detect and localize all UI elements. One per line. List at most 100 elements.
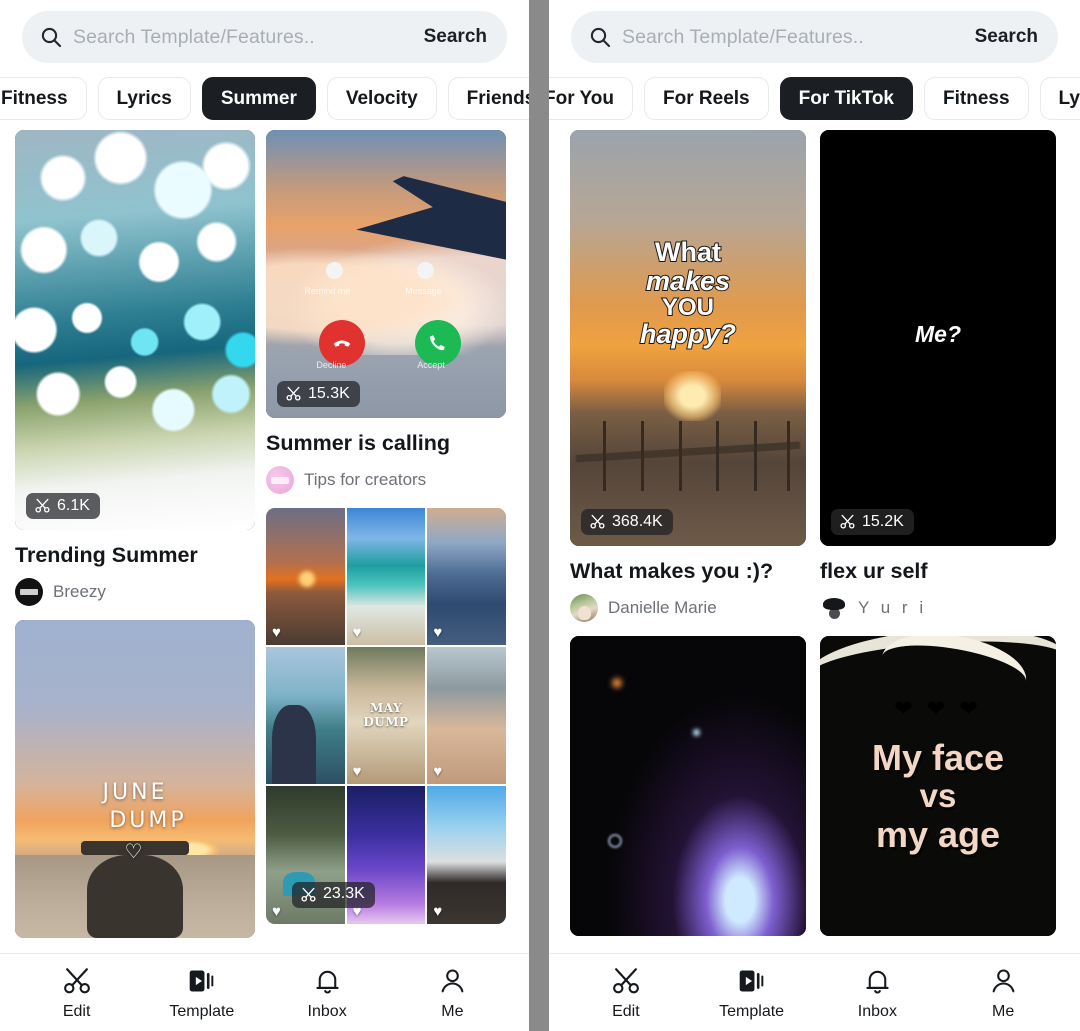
right-feed-column-2: Me? 15.2K flex ur self Y u r i ❤ ❤ ❤ My … bbox=[820, 130, 1056, 953]
author-name: Y u r i bbox=[858, 597, 927, 617]
overlay-line-2: makes bbox=[645, 265, 731, 296]
left-search-bar-wrap: Search Template/Features.. Search bbox=[0, 0, 529, 63]
collage-cell: MAY DUMP ♥ bbox=[346, 647, 426, 785]
nav-item-me[interactable]: Me bbox=[390, 964, 515, 1021]
left-phone-screen: Search Template/Features.. Search Fitnes… bbox=[0, 0, 529, 1031]
template-thumbnail[interactable]: JUNE DUMP ♡ bbox=[15, 619, 255, 938]
message-label: Message bbox=[405, 285, 442, 296]
light-ring bbox=[607, 833, 622, 848]
nav-item-inbox[interactable]: Inbox bbox=[815, 964, 941, 1021]
nav-item-edit[interactable]: Edit bbox=[563, 964, 689, 1021]
heart-icon: ♥ bbox=[272, 763, 281, 781]
template-title: Trending Summer bbox=[15, 543, 198, 567]
nav-item-edit[interactable]: Edit bbox=[14, 964, 139, 1021]
right-template-feed[interactable]: What makes YOU happy? 368.4K What makes … bbox=[549, 130, 1080, 953]
uses-count: 6.1K bbox=[57, 496, 90, 514]
june-dump-artwork: JUNE DUMP ♡ bbox=[15, 619, 255, 938]
left-search-input[interactable]: Search Template/Features.. bbox=[73, 26, 416, 49]
nav-item-template[interactable]: Template bbox=[689, 964, 815, 1021]
person-icon bbox=[988, 964, 1019, 998]
template-thumbnail[interactable]: What makes YOU happy? 368.4K bbox=[570, 130, 806, 546]
chip-for-reels[interactable]: For Reels bbox=[644, 77, 769, 120]
template-play-icon bbox=[736, 964, 768, 998]
template-thumbnail[interactable]: Me? 15.2K bbox=[820, 130, 1056, 546]
nav-label: Template bbox=[719, 1003, 785, 1020]
template-card-what-makes-you-happy[interactable]: What makes YOU happy? 368.4K What makes … bbox=[570, 130, 806, 622]
overlay-line-3: YOU bbox=[661, 293, 715, 321]
template-title: flex ur self bbox=[820, 559, 928, 583]
uses-count: 15.3K bbox=[308, 384, 350, 402]
black-artwork: Me? bbox=[820, 130, 1056, 546]
right-phone-screen: Search Template/Features.. Search For Yo… bbox=[549, 0, 1080, 1031]
nav-label: Template bbox=[169, 1003, 235, 1020]
collage-cell: ♥ bbox=[266, 507, 345, 646]
right-category-chip-row[interactable]: For You For Reels For TikTok Fitness Lyr… bbox=[549, 63, 1080, 130]
template-thumbnail[interactable]: 6.1K bbox=[15, 130, 255, 530]
template-author[interactable]: Danielle Marie bbox=[570, 593, 806, 622]
template-card-summer-is-calling[interactable]: Remind me Message Decline Accept 15.3K S… bbox=[266, 130, 506, 494]
uses-count: 368.4K bbox=[612, 512, 663, 530]
danielle-marie-avatar bbox=[570, 593, 598, 622]
template-thumbnail[interactable]: ♥ ♥ ♥ ♥ MAY DUMP ♥ ♥ ♥ ♥ ♥ 23.3K bbox=[266, 507, 506, 924]
nav-label: Edit bbox=[612, 1003, 640, 1020]
accept-call-button bbox=[414, 320, 461, 367]
left-search-bar[interactable]: Search Template/Features.. Search bbox=[22, 11, 507, 63]
left-category-chip-row[interactable]: Fitness Lyrics Summer Velocity Friends bbox=[0, 63, 529, 130]
overlay-caption: JUNE DUMP ♡ bbox=[15, 779, 255, 864]
chip-velocity[interactable]: Velocity bbox=[326, 77, 437, 120]
nav-item-template[interactable]: Template bbox=[139, 964, 264, 1021]
template-card-may-dump-collage[interactable]: ♥ ♥ ♥ ♥ MAY DUMP ♥ ♥ ♥ ♥ ♥ 23.3K bbox=[266, 507, 506, 924]
nav-item-me[interactable]: Me bbox=[940, 964, 1066, 1021]
right-search-button[interactable]: Search bbox=[975, 26, 1038, 48]
right-search-bar[interactable]: Search Template/Features.. Search bbox=[571, 11, 1058, 63]
uses-badge: 15.2K bbox=[831, 509, 914, 535]
author-name: Danielle Marie bbox=[608, 597, 717, 617]
dark-glow-artwork bbox=[570, 635, 806, 936]
template-card-trending-summer[interactable]: 6.1K Trending Summer Breezy bbox=[15, 130, 255, 606]
heart-icon: ♥ bbox=[433, 624, 443, 642]
left-feed-column-1: 6.1K Trending Summer Breezy JUNE DUMP ♡ bbox=[15, 130, 255, 953]
overlay-caption: My face vs my age bbox=[820, 737, 1056, 856]
sunset-pier-artwork: What makes YOU happy? bbox=[570, 130, 806, 546]
template-card-june-dump[interactable]: JUNE DUMP ♡ bbox=[15, 619, 255, 938]
light-dot bbox=[692, 728, 700, 736]
overlay-caption: What makes YOU happy? bbox=[570, 237, 806, 350]
nav-label: Me bbox=[992, 1003, 1015, 1020]
chip-friends[interactable]: Friends bbox=[447, 77, 529, 120]
template-card-dark-phone-glow[interactable] bbox=[570, 635, 806, 936]
chip-fitness[interactable]: Fitness bbox=[0, 77, 87, 120]
template-thumbnail[interactable] bbox=[570, 635, 806, 936]
template-author[interactable]: Breezy bbox=[15, 577, 255, 606]
my-face-vs-my-age-artwork: ❤ ❤ ❤ My face vs my age bbox=[820, 635, 1056, 936]
nav-label: Edit bbox=[62, 1003, 91, 1020]
pier-posts bbox=[570, 421, 806, 521]
chip-fitness[interactable]: Fitness bbox=[924, 77, 1029, 120]
template-card-my-face-vs-my-age[interactable]: ❤ ❤ ❤ My face vs my age bbox=[820, 635, 1056, 936]
template-author[interactable]: Y u r i bbox=[820, 593, 1056, 622]
chip-lyrics[interactable]: Lyrics bbox=[1039, 77, 1080, 120]
left-template-feed[interactable]: 6.1K Trending Summer Breezy JUNE DUMP ♡ … bbox=[0, 130, 529, 953]
template-author[interactable]: Tips for creators bbox=[266, 465, 506, 494]
chip-for-you[interactable]: For You bbox=[549, 77, 634, 120]
right-bottom-navigation[interactable]: Edit Template Inbox Me bbox=[549, 953, 1080, 1031]
collage-caption: MAY DUMP bbox=[347, 701, 426, 730]
bell-icon bbox=[862, 964, 893, 998]
chip-summer[interactable]: Summer bbox=[201, 77, 316, 120]
yuri-avatar bbox=[820, 593, 848, 622]
scissors-icon bbox=[590, 514, 605, 529]
heart-icon: ♥ bbox=[433, 763, 443, 781]
template-card-flex-ur-self[interactable]: Me? 15.2K flex ur self Y u r i bbox=[820, 130, 1056, 622]
chip-for-tiktok[interactable]: For TikTok bbox=[779, 77, 913, 120]
overlay-line-2: vs bbox=[919, 777, 957, 815]
nav-label: Me bbox=[441, 1003, 464, 1020]
template-thumbnail[interactable]: Remind me Message Decline Accept 15.3K bbox=[266, 130, 506, 418]
template-play-icon bbox=[186, 964, 218, 998]
right-search-input[interactable]: Search Template/Features.. bbox=[622, 26, 967, 49]
chip-lyrics[interactable]: Lyrics bbox=[97, 77, 191, 120]
left-search-button[interactable]: Search bbox=[424, 26, 487, 48]
nav-item-inbox[interactable]: Inbox bbox=[265, 964, 390, 1021]
uses-count: 15.2K bbox=[862, 512, 904, 530]
template-thumbnail[interactable]: ❤ ❤ ❤ My face vs my age bbox=[820, 635, 1056, 936]
left-bottom-navigation[interactable]: Edit Template Inbox Me bbox=[0, 953, 529, 1031]
overlay-line-2: DUMP bbox=[109, 808, 187, 834]
